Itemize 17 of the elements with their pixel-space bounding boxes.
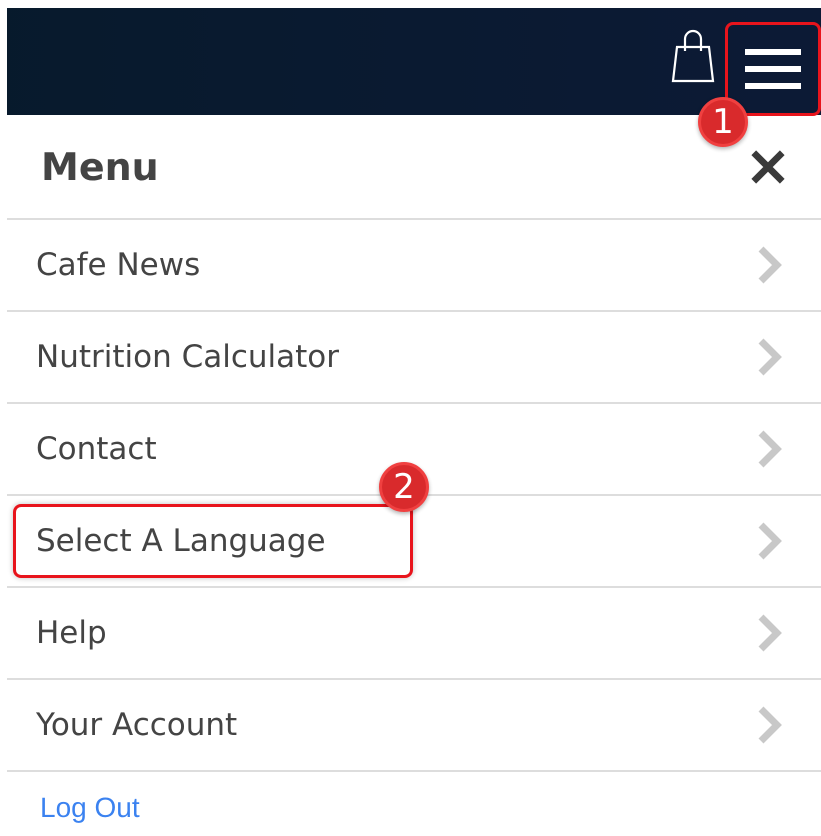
step-number-badge: 2 (379, 462, 429, 512)
log-out-link[interactable]: Log Out (40, 792, 140, 823)
chevron-right-icon (757, 613, 783, 653)
step-number-badge: 1 (698, 97, 748, 147)
shopping-bag-icon[interactable] (669, 28, 717, 84)
menu-item[interactable]: Nutrition Calculator (7, 312, 821, 404)
menu-title: Menu (41, 144, 159, 188)
chevron-right-icon (757, 705, 783, 745)
menu-item[interactable]: Your Account (7, 680, 821, 772)
menu-item[interactable]: Cafe News (7, 220, 821, 312)
chevron-right-icon (757, 245, 783, 285)
menu-item[interactable]: Help (7, 588, 821, 680)
chevron-right-icon (757, 337, 783, 377)
close-icon[interactable] (749, 148, 787, 186)
chevron-right-icon (757, 521, 783, 561)
menu-icon[interactable] (745, 46, 801, 90)
chevron-right-icon (757, 429, 783, 469)
